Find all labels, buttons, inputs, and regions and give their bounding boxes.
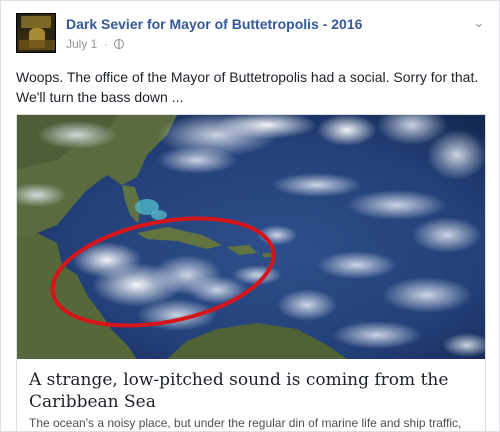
link-description: The ocean's a noisy place, but under the…	[29, 416, 462, 430]
post-text: Woops. The office of the Mayor of Buttet…	[16, 67, 486, 107]
post-meta: July 1 ·	[66, 37, 125, 51]
meta-separator: ·	[103, 37, 108, 51]
page-avatar[interactable]	[16, 13, 56, 53]
facebook-post: Dark Sevier for Mayor of Buttetropolis -…	[0, 0, 500, 432]
post-header: Dark Sevier for Mayor of Buttetropolis -…	[16, 13, 487, 57]
link-preview-image[interactable]	[17, 115, 485, 359]
post-text-line-1: Woops. The office of the Mayor of Buttet…	[16, 69, 479, 85]
post-text-line-2: We'll turn the bass down ...	[16, 89, 184, 105]
chevron-down-icon[interactable]: ⌄	[471, 15, 487, 31]
globe-icon	[114, 39, 125, 49]
link-title[interactable]: A strange, low-pitched sound is coming f…	[29, 369, 469, 413]
page-name-link[interactable]: Dark Sevier for Mayor of Buttetropolis -…	[66, 16, 362, 32]
post-date[interactable]: July 1	[66, 37, 97, 51]
satellite-image	[17, 115, 485, 359]
link-preview-card[interactable]: A strange, low-pitched sound is coming f…	[16, 114, 486, 431]
